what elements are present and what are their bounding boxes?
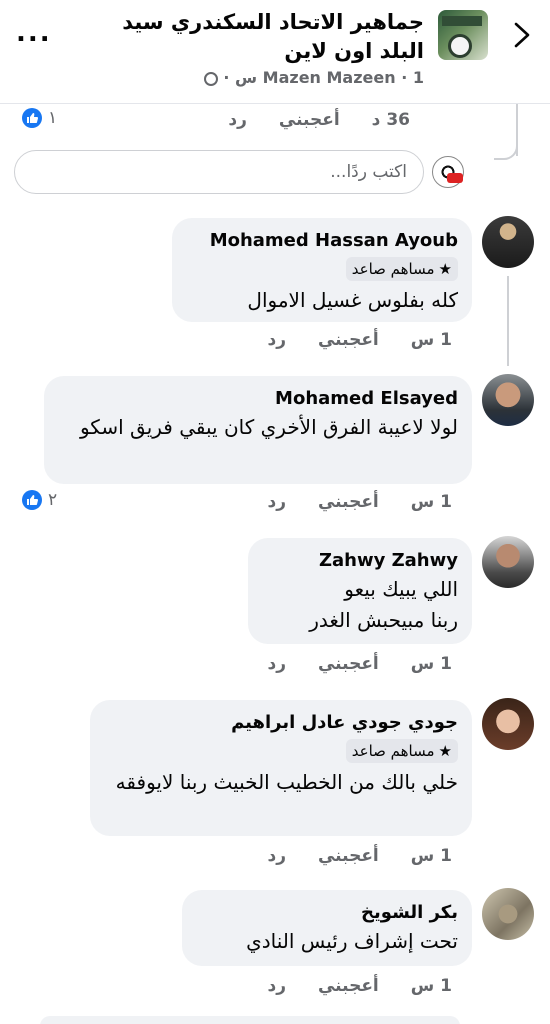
comment-time[interactable]: 1 س — [411, 976, 452, 996]
comment-time[interactable]: 1 س — [411, 846, 452, 866]
meta-separator-2: · — [217, 68, 230, 87]
next-comment-bubble — [40, 1016, 460, 1024]
thread-curve — [494, 104, 518, 160]
avatar[interactable] — [482, 888, 534, 940]
comment-bubble[interactable]: بكر الشويخ تحت إشراف رئيس النادي — [182, 890, 472, 966]
like-button[interactable]: أعجبني — [318, 492, 379, 512]
like-button[interactable]: أعجبني — [279, 110, 340, 130]
comment-reactions[interactable]: ٢ — [22, 490, 57, 510]
like-button[interactable]: أعجبني — [318, 654, 379, 674]
comment-text: كله بفلوس غسيل الاموال — [247, 288, 458, 312]
comment-actions: 1 س أعجبني رد — [267, 976, 452, 996]
top-comment-reactions[interactable]: ١ — [22, 108, 57, 128]
comment-text: خلي بالك من الخطيب الخبيث ربنا لايوفقه — [115, 770, 458, 794]
post-meta: Mazen Mazeen · 1 س · — [200, 68, 424, 87]
meta-separator: · — [401, 68, 413, 87]
post-header: ... جماهير الاتحاد السكندري سيد البلد او… — [0, 0, 550, 104]
comment-time[interactable]: 1 س — [411, 654, 452, 674]
comment-time[interactable]: 1 س — [411, 492, 452, 512]
comment-time[interactable]: 36 د — [372, 110, 410, 130]
group-title[interactable]: جماهير الاتحاد السكندري سيد البلد اون لا… — [104, 8, 424, 66]
comment-actions: 1 س أعجبني رد — [267, 492, 452, 512]
commenter-name[interactable]: Mohamed Hassan Ayoub — [188, 228, 458, 254]
comment-text: تحت إشراف رئيس النادي — [246, 929, 458, 953]
comment-actions: 1 س أعجبني رد — [267, 654, 452, 674]
reply-button[interactable]: رد — [267, 654, 286, 674]
comment-text-line1: اللي يبيك بيعو — [344, 577, 458, 601]
comment-time[interactable]: 1 س — [411, 330, 452, 350]
thread-line-inner — [507, 276, 509, 366]
commenter-name[interactable]: Mohamed Elsayed — [60, 386, 458, 412]
commenter-name[interactable]: جودي جودي عادل ابراهيم — [106, 710, 458, 736]
commenter-name[interactable]: بكر الشويخ — [198, 900, 458, 926]
commenter-name[interactable]: Zahwy Zahwy — [264, 548, 458, 574]
reply-button[interactable]: رد — [267, 976, 286, 996]
reply-field[interactable] — [14, 150, 424, 194]
more-options-button[interactable]: ... — [16, 20, 52, 46]
comment-bubble[interactable]: Mohamed Elsayed لولا لاعيبة الفرق الأخري… — [44, 376, 472, 484]
reaction-count: ١ — [48, 108, 58, 128]
reaction-count: ٢ — [48, 490, 58, 510]
comment-bubble[interactable]: Mohamed Hassan Ayoub ★مساهم صاعد كله بفل… — [172, 218, 472, 322]
reply-input[interactable] — [15, 162, 407, 182]
comment-bubble[interactable]: Zahwy Zahwy اللي يبيك بيعو ربنا مبيحبش ا… — [248, 538, 472, 644]
comment-text-line2: ربنا مبيحبش الغدر — [309, 608, 458, 632]
group-avatar[interactable] — [438, 10, 488, 60]
comment-actions: 1 س أعجبني رد — [267, 330, 452, 350]
star-icon: ★ — [438, 260, 452, 278]
like-button[interactable]: أعجبني — [318, 846, 379, 866]
reply-button[interactable]: رد — [267, 492, 286, 512]
avatar[interactable] — [482, 698, 534, 750]
top-comment-actions: 36 د أعجبني رد — [228, 110, 410, 130]
reply-button[interactable]: رد — [228, 110, 247, 130]
comment-text: لولا لاعيبة الفرق الأخري كان يبقي فريق ا… — [79, 415, 458, 439]
back-chevron-icon[interactable] — [510, 20, 534, 50]
star-icon: ★ — [438, 742, 452, 760]
header-divider — [0, 103, 550, 104]
like-reaction-icon — [22, 490, 42, 510]
avatar[interactable] — [482, 536, 534, 588]
comment-bubble[interactable]: جودي جودي عادل ابراهيم ★مساهم صاعد خلي ب… — [90, 700, 472, 836]
contributor-badge: ★مساهم صاعد — [345, 257, 458, 281]
contributor-badge: ★مساهم صاعد — [345, 739, 458, 763]
like-reaction-icon — [22, 108, 42, 128]
reply-button[interactable]: رد — [267, 330, 286, 350]
author-name[interactable]: Mazen Mazeen — [263, 68, 396, 87]
like-button[interactable]: أعجبني — [318, 330, 379, 350]
reply-button[interactable]: رد — [267, 846, 286, 866]
user-avatar — [432, 156, 464, 188]
avatar[interactable] — [482, 374, 534, 426]
comment-actions: 1 س أعجبني رد — [267, 846, 452, 866]
globe-icon — [203, 71, 218, 86]
avatar[interactable] — [482, 216, 534, 268]
like-button[interactable]: أعجبني — [318, 976, 379, 996]
